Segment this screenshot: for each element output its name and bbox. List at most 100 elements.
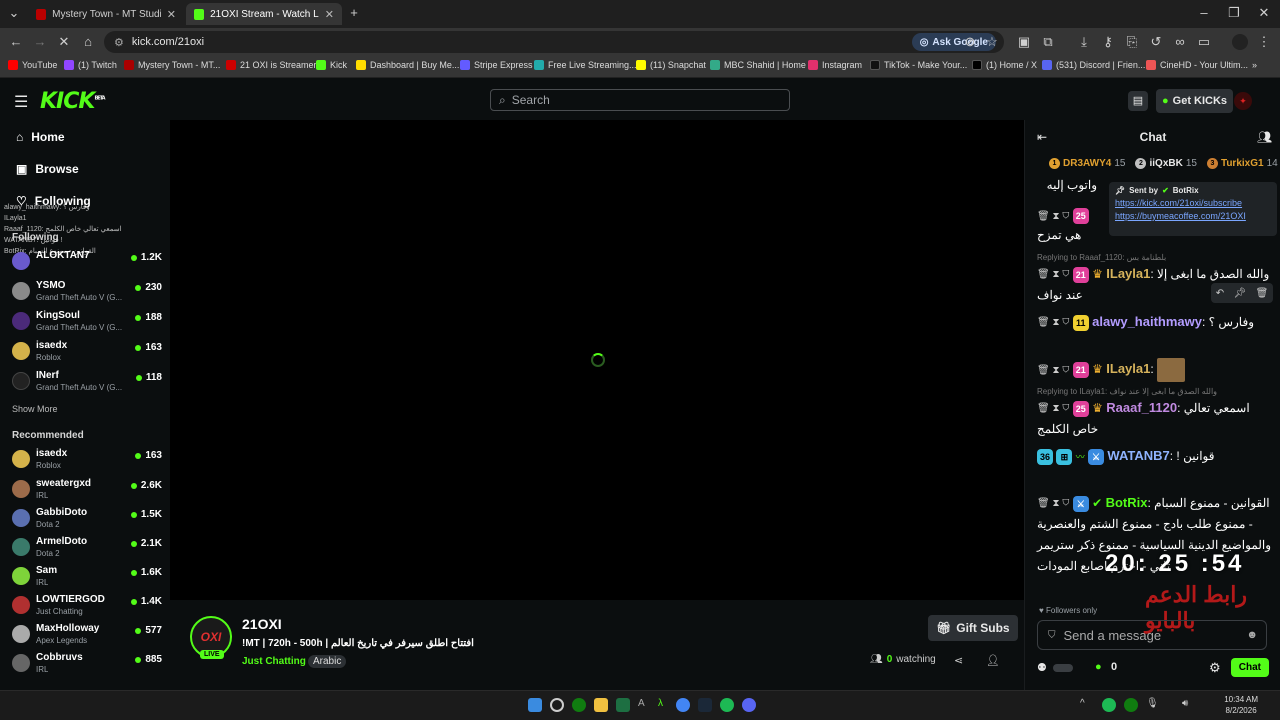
stream-category-link[interactable]: Just Chatting (242, 656, 306, 667)
tab-21oxi[interactable]: 21OXI Stream - Watch Live on ✕ (186, 3, 342, 25)
gifter-item[interactable]: 2 iiQxBK 15 (1135, 158, 1197, 169)
chat-username[interactable]: WATANB7 (1107, 448, 1169, 463)
recommended-channel[interactable]: ArmelDoto Dota 2 2.1K (12, 534, 162, 562)
start-icon[interactable] (528, 698, 542, 712)
history-icon[interactable]: ↺ (1148, 34, 1164, 50)
new-tab-icon[interactable]: + (346, 5, 362, 21)
search-input[interactable]: ⌕ Search (490, 89, 790, 111)
tab-search-icon[interactable]: ⌄ (6, 5, 22, 21)
chat-username[interactable]: Raaaf_1120 (1106, 400, 1177, 415)
subscribe-link[interactable]: https://kick.com/21oxi/subscribe (1115, 198, 1271, 208)
key-icon[interactable]: ⚷ (1100, 34, 1116, 50)
toggle-switch[interactable] (1053, 664, 1073, 672)
following-channel[interactable]: YSMO Grand Theft Auto V (G... 230 (12, 278, 162, 306)
home-icon[interactable]: ⌂ (80, 34, 96, 50)
recommended-channel[interactable]: MaxHolloway Apex Legends 577 (12, 621, 162, 649)
pinned-message[interactable]: 📌︎ Sent by ✔ BotRix https://kick.com/21oxi/… (1109, 182, 1277, 236)
chat-users-icon[interactable]: 👥︎ (1257, 130, 1272, 144)
bookmark-buymeacoffee[interactable]: Dashboard | Buy Me... (356, 60, 459, 70)
bookmark-kick[interactable]: Kick (316, 60, 347, 70)
menu-icon[interactable]: ⋮ (1256, 34, 1272, 50)
recommended-channel[interactable]: LOWTIERGOD Just Chatting 1.4K (12, 592, 162, 620)
bookmark-youtube[interactable]: YouTube (8, 60, 57, 70)
bookmark-twitch[interactable]: (1) Twitch (64, 60, 117, 70)
spotify-icon[interactable] (720, 698, 734, 712)
bookmark-tiktok[interactable]: TikTok - Make Your... (870, 60, 967, 70)
profile-avatar[interactable] (1232, 34, 1248, 50)
chat-username[interactable]: alawy_haithmawy (1092, 314, 1202, 329)
language-tag[interactable]: Arabic (308, 655, 347, 668)
file-explorer-icon[interactable] (594, 698, 608, 712)
download-icon[interactable]: ⤓ (1076, 34, 1092, 50)
bookmark-cinehd[interactable]: CineHD - Your Ultim... (1146, 60, 1248, 70)
bookmark-streaming[interactable]: Free Live Streaming... (534, 60, 637, 70)
gifter-item[interactable]: 1 DR3AWY4 15 (1049, 158, 1125, 169)
bookmark-x[interactable]: (1) Home / X (972, 60, 1037, 70)
chat-settings-toggle-icon[interactable]: ⚉ (1037, 661, 1047, 674)
bookmark-shahid[interactable]: MBC Shahid | Home (710, 60, 806, 70)
send-chat-button[interactable]: Chat (1230, 658, 1269, 677)
chat-username[interactable]: BotRix (1106, 495, 1148, 510)
tray-chevron-icon[interactable]: ^ (1080, 698, 1094, 712)
library-icon[interactable]: ▤ (1128, 91, 1148, 111)
volume-icon[interactable]: 🔊︎ (1182, 698, 1196, 712)
close-tab-icon[interactable]: ✕ (325, 8, 334, 21)
close-window-icon[interactable]: ✕ (1256, 5, 1272, 21)
bookmark-instagram[interactable]: Instagram (808, 60, 862, 70)
link-icon[interactable]: ∞ (1172, 34, 1188, 50)
card-icon[interactable]: ▭ (1196, 34, 1212, 50)
chrome-icon[interactable] (676, 698, 690, 712)
tray-xbox-icon[interactable] (1124, 698, 1138, 712)
eye-off-icon[interactable]: ⊘ (962, 34, 978, 50)
chat-username[interactable]: ILayla1 (1106, 266, 1150, 281)
puzzle-icon[interactable]: ⧉ (1040, 34, 1056, 50)
kick-logo[interactable]: KICKBETA (40, 89, 106, 114)
font-app-icon[interactable]: A (638, 698, 652, 712)
pin-icon[interactable]: 📌︎ (1233, 288, 1246, 299)
tray-spotify-icon[interactable] (1102, 698, 1116, 712)
streamer-name[interactable]: 21OXI (242, 616, 282, 632)
extension-icon[interactable]: ▣ (1016, 34, 1032, 50)
bookmark-snapchat[interactable]: (11) Snapchat (636, 60, 706, 70)
bookmark-stripe[interactable]: Stripe Express (460, 60, 533, 70)
delete-icon[interactable]: 🗑︎ (1256, 288, 1269, 299)
excel-icon[interactable] (616, 698, 630, 712)
chat-message-input[interactable]: ⛉ Send a message ☻ (1037, 620, 1267, 650)
following-channel[interactable]: isaedx Roblox 163 (12, 338, 162, 366)
following-channel[interactable]: KingSoul Grand Theft Auto V (G... 188 (12, 308, 162, 336)
recommended-channel[interactable]: sweatergxd IRL 2.6K (12, 476, 162, 504)
reply-icon[interactable]: ↶ (1216, 288, 1224, 299)
tab-mystery-town[interactable]: Mystery Town - MT Studios | M ✕ (28, 3, 184, 25)
show-more-link[interactable]: Show More (12, 404, 58, 414)
bookmark-star-icon[interactable]: ☆ (984, 34, 1000, 50)
taskview-icon[interactable] (550, 698, 564, 712)
bookmark-21oxi[interactable]: 21 OXI is Streamer (226, 60, 317, 70)
restore-icon[interactable]: ❐ (1226, 5, 1242, 21)
minimize-icon[interactable]: – (1196, 5, 1212, 21)
reload-stop-icon[interactable]: ✕ (56, 34, 72, 50)
back-icon[interactable]: ← (8, 34, 24, 50)
user-avatar[interactable]: ✦ (1234, 92, 1252, 110)
bookmarks-overflow[interactable]: » (1252, 60, 1257, 70)
translate-icon[interactable]: ⎘ (1124, 34, 1140, 50)
gear-icon[interactable]: ⚙ (1209, 660, 1221, 676)
chat-username[interactable]: ILayla1 (1106, 361, 1150, 376)
microphone-icon[interactable]: 🎙︎ (1146, 698, 1160, 712)
nav-browse[interactable]: ▣ Browse (16, 162, 79, 176)
get-kicks-button[interactable]: ● Get KICKs (1156, 89, 1234, 113)
video-player[interactable] (170, 120, 1024, 600)
emoji-icon[interactable]: ☻ (1246, 629, 1258, 641)
steam-icon[interactable] (698, 698, 712, 712)
close-tab-icon[interactable]: ✕ (167, 8, 176, 21)
system-clock[interactable]: 10:34 AM 8/2/2026 (1224, 694, 1258, 716)
recommended-channel[interactable]: isaedx Roblox 163 (12, 446, 162, 474)
following-channel[interactable]: INerf Grand Theft Auto V (G... 118 (12, 368, 162, 396)
buymeacoffee-link[interactable]: https://buymeacoffee.com/21OXI (1115, 211, 1271, 221)
gift-subs-button[interactable]: 🎁︎ Gift Subs (928, 615, 1018, 641)
gifter-item[interactable]: 3 TurkixG1 14 (1206, 158, 1278, 169)
share-icon[interactable]: ⋖ (954, 654, 963, 667)
site-info-icon[interactable]: ⚙ (114, 36, 124, 49)
discord-icon[interactable] (742, 698, 756, 712)
hamburger-icon[interactable]: ☰ (14, 92, 28, 112)
bookmark-mystery-town[interactable]: Mystery Town - MT... (124, 60, 220, 70)
